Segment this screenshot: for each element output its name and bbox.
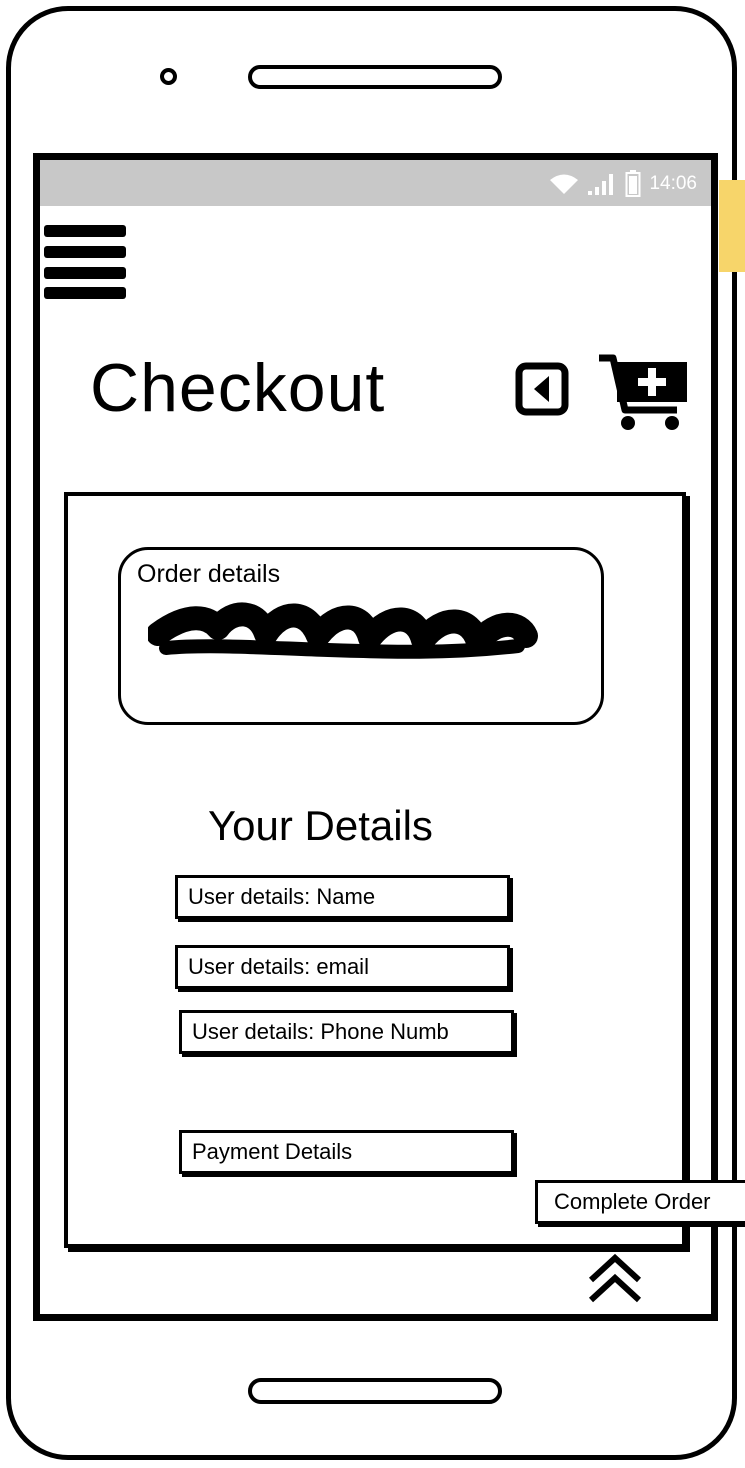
payment-field[interactable]: Payment Details <box>179 1130 514 1174</box>
hamburger-menu-icon[interactable] <box>44 225 126 299</box>
top-speaker <box>248 65 502 89</box>
email-field[interactable]: User details: email <box>175 945 510 989</box>
order-scribble <box>148 602 538 659</box>
wifi-icon <box>550 174 579 194</box>
cart-add-icon[interactable] <box>597 352 689 432</box>
page-title: Checkout <box>90 350 386 426</box>
status-icons: 14:06 <box>549 170 697 198</box>
your-details-heading: Your Details <box>208 802 433 849</box>
phone-field[interactable]: User details: Phone Numb <box>179 1010 514 1054</box>
back-icon[interactable] <box>515 362 569 416</box>
status-time: 14:06 <box>649 173 697 194</box>
camera-icon <box>160 68 177 85</box>
battery-icon <box>625 170 641 197</box>
order-details-label: Order details <box>137 560 281 588</box>
status-bar: 14:06 <box>40 160 711 206</box>
name-field[interactable]: User details: Name <box>175 875 510 919</box>
double-chevron-up-icon[interactable] <box>585 1250 645 1304</box>
accent-tab <box>719 180 745 272</box>
bottom-speaker <box>248 1378 502 1404</box>
signal-icon <box>588 174 614 195</box>
complete-order-button[interactable]: Complete Order <box>535 1180 745 1224</box>
